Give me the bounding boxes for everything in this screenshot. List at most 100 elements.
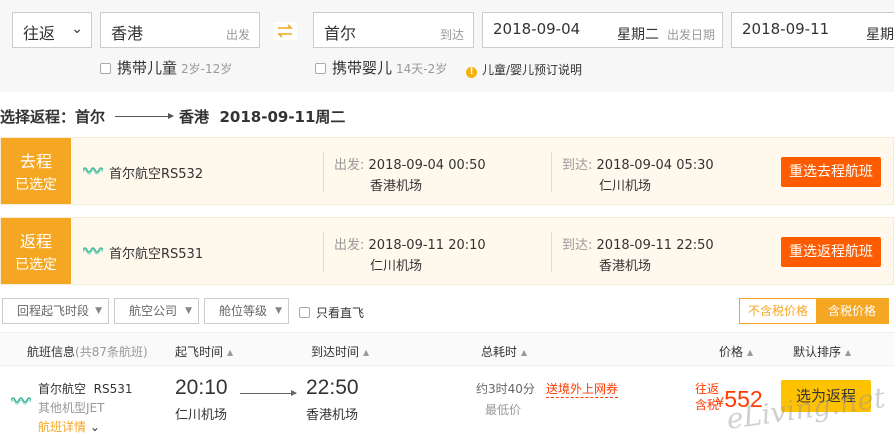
- trip-type-select[interactable]: 往返 ⌄: [12, 12, 92, 48]
- child-age: 2岁-12岁: [181, 62, 233, 76]
- results-panel: 选择返程：首尔 香港 2018-09-11周二 去程 已选定 首尔航空RS532 …: [0, 92, 894, 448]
- infant-option[interactable]: 携带婴儿 14天-2岁: [315, 57, 447, 78]
- col-depart-label: 起飞时间: [175, 345, 224, 359]
- route-date: 2018-09-11周二: [219, 108, 346, 126]
- caret-down-icon: ▼: [275, 306, 282, 316]
- col-arrive-sort[interactable]: 到达时间 ▲: [311, 343, 369, 360]
- sort-up-icon: ▲: [363, 348, 370, 357]
- flight-airline-name: 首尔航空: [38, 382, 87, 396]
- route-title: 选择返程：首尔 香港 2018-09-11周二: [0, 106, 345, 127]
- col-flight-info: 航班信息(共87条航班): [27, 343, 148, 360]
- return-arrive: 到达: 2018-09-11 22:50: [562, 234, 714, 253]
- selected-return-card: 返程 已选定 首尔航空RS531 出发: 2018-09-11 20:10 仁川…: [0, 217, 894, 285]
- flight-number: RS531: [93, 382, 133, 396]
- sort-up-icon: ▲: [747, 348, 754, 357]
- airline-logo-icon: [83, 167, 103, 175]
- outbound-arrive-airport: 仁川机场: [599, 179, 652, 194]
- route-prefix: 选择返程：首尔: [0, 108, 106, 126]
- route-arrow-icon: [115, 113, 175, 119]
- outbound-depart: 出发: 2018-09-04 00:50: [334, 154, 486, 173]
- col-depart-sort[interactable]: 起飞时间 ▲: [175, 343, 233, 360]
- search-panel: 往返 ⌄ 香港 出发 首尔 到达 2018-09-04 星期二 出发日期 201…: [0, 0, 894, 92]
- outbound-tag-status: 已选定: [15, 177, 57, 193]
- to-city-tag: 到达: [439, 28, 464, 42]
- reselect-outbound-button[interactable]: 重选去程航班: [781, 157, 881, 187]
- sort-up-icon: ▲: [521, 348, 528, 357]
- info-link-label: 儿童/婴儿预订说明: [482, 63, 583, 77]
- outbound-arrive-time: 2018-09-04 05:30: [596, 158, 714, 173]
- direct-only-label: 只看直飞: [316, 306, 365, 320]
- infant-checkbox[interactable]: [315, 63, 326, 74]
- col-arrive-label: 到达时间: [311, 345, 360, 359]
- flight-detail-link[interactable]: 航班详情 ⌄: [38, 418, 100, 435]
- outbound-depart-time: 2018-09-04 00:50: [368, 158, 486, 173]
- depart-period-label: 回程起飞时段: [17, 304, 90, 318]
- to-city-field[interactable]: 首尔 到达: [313, 12, 474, 48]
- return-tag: 返程 已选定: [1, 218, 71, 284]
- airline-logo-icon: [83, 247, 103, 255]
- airline-filter-label: 航空公司: [129, 304, 178, 318]
- arrive-label: 到达:: [562, 158, 593, 173]
- from-city-field[interactable]: 香港 出发: [100, 12, 260, 48]
- route-destination: 香港: [179, 108, 210, 126]
- divider: [551, 232, 552, 272]
- depart-weekday: 星期二: [617, 27, 659, 43]
- lowest-price-tag: 最低价: [485, 403, 522, 417]
- col-flight-info-label: 航班信息: [27, 345, 76, 359]
- flight-duration: 约3时40分: [476, 382, 535, 396]
- return-date-value: 2018-09-11: [742, 20, 830, 38]
- from-city-tag: 出发: [225, 28, 250, 42]
- swap-cities-icon[interactable]: [273, 22, 297, 40]
- divider: [323, 152, 324, 192]
- outbound-airline: 首尔航空RS532: [109, 167, 204, 182]
- child-option[interactable]: 携带儿童 2岁-12岁: [100, 57, 232, 78]
- col-price-label: 价格: [719, 345, 744, 359]
- col-default-sort[interactable]: 默认排序 ▲: [793, 343, 851, 360]
- return-date-field[interactable]: 2018-09-11 星期: [731, 12, 894, 48]
- depart-period-filter[interactable]: 回程起飞时段 ▼: [2, 298, 109, 324]
- infant-label: 携带婴儿: [332, 59, 393, 77]
- selected-outbound-card: 去程 已选定 首尔航空RS532 出发: 2018-09-04 00:50 香港…: [0, 137, 894, 205]
- return-airline: 首尔航空RS531: [109, 247, 204, 262]
- arrive-airport: 香港机场: [306, 408, 359, 423]
- sort-up-icon: ▲: [845, 348, 852, 357]
- depart-date-field[interactable]: 2018-09-04 星期二 出发日期: [482, 12, 723, 48]
- depart-date-tag: 出发日期: [667, 28, 716, 42]
- cabin-filter-label: 舱位等级: [219, 304, 268, 318]
- depart-time: 20:10: [175, 376, 228, 399]
- aircraft-type: 其他机型JET: [38, 401, 105, 415]
- flight-list-header: 航班信息(共87条航班) 起飞时间 ▲ 到达时间 ▲ 总耗时 ▲ 价格 ▲ 默认排序 ▲: [0, 332, 894, 366]
- chevron-down-icon: ⌄: [71, 21, 83, 37]
- airline-filter[interactable]: 航空公司 ▼: [114, 298, 199, 324]
- divider: [323, 232, 324, 272]
- return-weekday: 星期: [866, 27, 894, 43]
- flight-detail-label: 航班详情: [38, 420, 87, 434]
- depart-label: 出发:: [334, 158, 365, 173]
- child-infant-info-link[interactable]: ! 儿童/婴儿预订说明: [466, 61, 582, 78]
- return-tag-status: 已选定: [15, 257, 57, 273]
- price-tax-toggle: 不含税价格 含税价格: [739, 298, 889, 324]
- direct-only-option[interactable]: 只看直飞: [299, 304, 364, 321]
- depart-airport: 仁川机场: [175, 408, 228, 423]
- reselect-return-button[interactable]: 重选返程航班: [781, 237, 881, 267]
- col-duration-sort[interactable]: 总耗时 ▲: [481, 343, 527, 360]
- col-duration-label: 总耗时: [481, 345, 518, 359]
- child-checkbox[interactable]: [100, 63, 111, 74]
- trip-type-value: 往返: [23, 24, 56, 43]
- flight-count: (共87条航班): [75, 345, 148, 359]
- caret-down-icon: ▼: [185, 306, 192, 316]
- price-excl-tax-option[interactable]: 不含税价格: [740, 299, 816, 323]
- infant-age: 14天-2岁: [396, 62, 448, 76]
- arrive-label: 到达:: [562, 238, 593, 253]
- promo-link[interactable]: 送境外上网券: [546, 380, 619, 398]
- filter-bar: 回程起飞时段 ▼ 航空公司 ▼ 舱位等级 ▼ 只看直飞 不含税价格 含税价格: [0, 296, 894, 332]
- child-label: 携带儿童: [117, 59, 178, 77]
- price-incl-tax-option[interactable]: 含税价格: [816, 299, 888, 323]
- outbound-arrive: 到达: 2018-09-04 05:30: [562, 154, 714, 173]
- direct-only-checkbox[interactable]: [299, 307, 310, 318]
- cabin-filter[interactable]: 舱位等级 ▼: [204, 298, 289, 324]
- outbound-tag: 去程 已选定: [1, 138, 71, 204]
- col-price-sort[interactable]: 价格 ▲: [719, 343, 753, 360]
- caret-down-icon: ▼: [95, 306, 102, 316]
- sort-up-icon: ▲: [227, 348, 234, 357]
